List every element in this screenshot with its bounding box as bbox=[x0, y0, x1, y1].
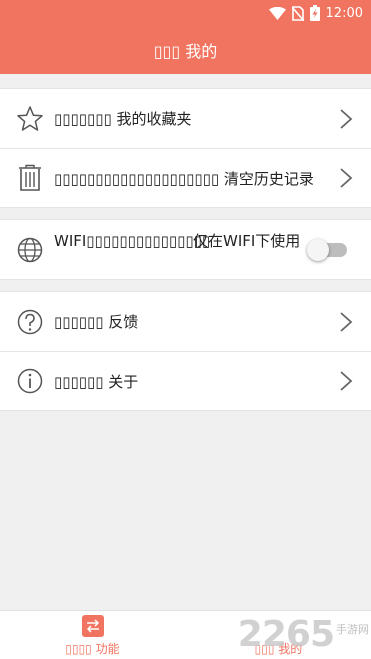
watermark-number: 2265 bbox=[237, 614, 335, 655]
wifi-only-row: WIFI▯▯▯▯▯▯▯▯▯▯▯▯▯▯▯ 仅在WIFI下使用 bbox=[0, 220, 371, 279]
status-time: 12:00 bbox=[325, 5, 363, 21]
favorites-label: ▯▯▯▯▯▯▯ 我的收藏夹 bbox=[54, 110, 192, 128]
swap-icon bbox=[81, 615, 104, 637]
battery-charging-icon bbox=[309, 5, 320, 21]
feedback-label: ▯▯▯▯▯▯ 反馈 bbox=[54, 313, 139, 331]
clear-history-row[interactable]: ▯▯▯▯▯▯▯▯▯▯▯▯▯▯▯▯▯▯▯▯ 清空历史记录 bbox=[0, 148, 371, 207]
watermark-text: 手游网 bbox=[336, 623, 369, 636]
status-icons: 12:00 bbox=[268, 4, 363, 22]
chevron-right-icon bbox=[340, 371, 353, 391]
toggle-knob bbox=[307, 238, 329, 261]
trash-icon bbox=[16, 164, 44, 192]
wifi-only-label: 仅在WIFI下使用 bbox=[193, 232, 301, 250]
wifi-only-toggle[interactable] bbox=[307, 238, 347, 261]
feedback-row[interactable]: ▯▯▯▯▯▯ 反馈 bbox=[0, 292, 371, 351]
watermark-logo: 2265 手游网 bbox=[238, 617, 369, 653]
page-title: ▯▯▯ 我的 bbox=[153, 42, 218, 61]
chevron-right-icon bbox=[340, 311, 353, 332]
status-bar: 12:00 bbox=[0, 0, 371, 26]
favorites-row[interactable]: ▯▯▯▯▯▯▯ 我的收藏夹 bbox=[0, 89, 371, 148]
no-sim-icon bbox=[291, 5, 304, 21]
chevron-right-icon bbox=[340, 108, 353, 129]
menu-group-history: ▯▯▯▯▯▯▯ 我的收藏夹 ▯▯▯▯▯▯▯▯▯▯▯▯▯▯▯▯▯▯▯▯ 清空历史记… bbox=[0, 88, 371, 208]
menu-group-network: WIFI▯▯▯▯▯▯▯▯▯▯▯▯▯▯▯ 仅在WIFI下使用 bbox=[0, 219, 371, 280]
app-bar: ▯▯▯ 我的 bbox=[0, 26, 371, 74]
wifi-signal-icon bbox=[268, 6, 286, 20]
star-icon bbox=[16, 105, 44, 133]
nav-tab-functions[interactable]: ▯▯▯▯ 功能 bbox=[0, 611, 185, 659]
info-icon bbox=[16, 367, 44, 395]
clear-history-label: ▯▯▯▯▯▯▯▯▯▯▯▯▯▯▯▯▯▯▯▯ 清空历史记录 bbox=[54, 169, 314, 188]
about-label: ▯▯▯▯▯▯ 关于 bbox=[54, 372, 139, 391]
about-row[interactable]: ▯▯▯▯▯▯ 关于 bbox=[0, 351, 371, 410]
globe-icon bbox=[16, 236, 44, 264]
menu-group-support: ▯▯▯▯▯▯ 反馈 ▯▯▯▯▯▯ 关于 bbox=[0, 291, 371, 411]
question-icon bbox=[16, 308, 44, 336]
nav-functions-label: ▯▯▯▯ 功能 bbox=[65, 642, 120, 656]
chevron-right-icon bbox=[340, 168, 353, 188]
wifi-prefix-label: WIFI▯▯▯▯▯▯▯▯▯▯▯▯▯▯▯ bbox=[54, 232, 211, 250]
